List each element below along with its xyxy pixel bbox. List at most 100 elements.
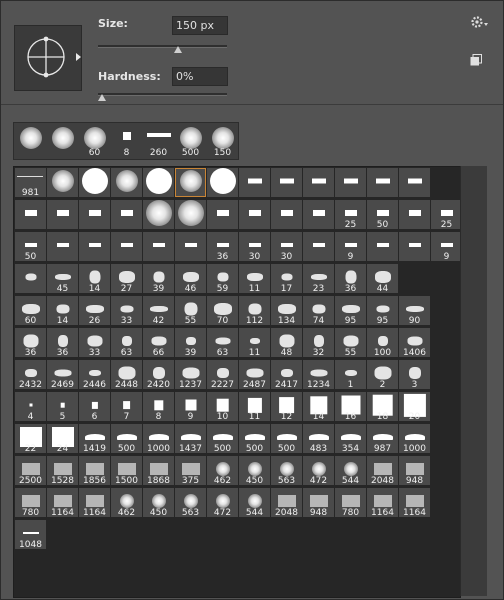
brush-preset-item[interactable]: 1406 (399, 328, 430, 358)
brush-preset-item[interactable]: 25 (431, 200, 462, 230)
brush-preset-item[interactable]: 500 (239, 424, 270, 454)
brush-preset-item[interactable]: 948 (399, 456, 430, 486)
brush-preset-item[interactable]: 2417 (271, 360, 302, 390)
brush-preset-item[interactable]: 95 (367, 296, 398, 326)
brush-preset-item[interactable]: 9 (175, 392, 206, 422)
recent-brush-item[interactable] (15, 124, 46, 158)
brush-preset-item[interactable] (143, 232, 174, 261)
brush-preset-item[interactable]: 354 (335, 424, 366, 454)
brush-preset-item[interactable]: 7 (111, 392, 142, 422)
brush-preset-item[interactable]: 112 (239, 296, 270, 326)
brush-preset-item[interactable]: 462 (207, 456, 238, 486)
brush-preset-item[interactable]: 16 (335, 392, 366, 422)
recent-brush-item[interactable]: 150 (207, 124, 238, 158)
brush-preset-item[interactable]: 2 (367, 360, 398, 390)
recent-brush-item[interactable]: 500 (175, 124, 206, 158)
brush-preset-item[interactable] (367, 168, 398, 197)
brush-preset-item[interactable] (239, 168, 270, 197)
brush-preset-item[interactable] (303, 232, 334, 261)
brush-preset-item[interactable]: 2227 (207, 360, 238, 390)
brush-preset-item[interactable]: 36 (207, 232, 238, 262)
brush-preset-item[interactable]: 948 (303, 488, 334, 518)
brush-preset-item[interactable]: 74 (303, 296, 334, 326)
brush-preset-item[interactable]: 25 (335, 200, 366, 230)
brush-preset-item[interactable]: 95 (335, 296, 366, 326)
brush-preset-item[interactable]: 23 (303, 264, 334, 294)
brush-preset-item[interactable] (111, 232, 142, 261)
brush-preset-item[interactable]: 63 (111, 328, 142, 358)
brush-preset-item[interactable]: 11 (239, 328, 270, 358)
brush-preset-item[interactable] (79, 168, 110, 197)
brush-preset-item[interactable]: 1000 (143, 424, 174, 454)
brush-preset-item[interactable]: 55 (175, 296, 206, 326)
brush-preset-item[interactable]: 26 (79, 296, 110, 326)
size-field[interactable]: 150 px (172, 16, 228, 35)
size-slider-track[interactable] (98, 45, 227, 48)
brush-preset-item[interactable]: 20 (399, 392, 430, 422)
brush-preset-item[interactable] (303, 168, 334, 197)
scrollbar[interactable] (460, 166, 487, 596)
brush-preset-item[interactable]: 45 (47, 264, 78, 294)
brush-preset-item[interactable]: 50 (367, 200, 398, 230)
brush-preset-item[interactable]: 1000 (399, 424, 430, 454)
brush-preset-item[interactable]: 63 (207, 328, 238, 358)
brush-preset-item[interactable]: 483 (303, 424, 334, 454)
brush-preset-item[interactable]: 134 (271, 296, 302, 326)
brush-preset-item[interactable] (15, 200, 46, 229)
brush-preset-item[interactable] (111, 200, 142, 229)
brush-preset-item[interactable]: 1437 (175, 424, 206, 454)
brush-preset-item[interactable]: 14 (303, 392, 334, 422)
brush-preset-item[interactable]: 55 (335, 328, 366, 358)
gear-icon[interactable] (471, 15, 489, 33)
recent-brush-item[interactable]: 260 (143, 124, 174, 158)
brush-preset-item[interactable]: 981 (15, 168, 46, 198)
brush-preset-item[interactable]: 1 (335, 360, 366, 390)
brush-preset-item[interactable]: 1164 (47, 488, 78, 518)
brush-preset-item[interactable]: 30 (239, 232, 270, 262)
brush-preset-item[interactable]: 36 (335, 264, 366, 294)
brush-preset-item[interactable]: 450 (239, 456, 270, 486)
brush-preset-item[interactable]: 1048 (15, 520, 46, 550)
brush-preset-item[interactable]: 100 (367, 328, 398, 358)
size-slider-thumb[interactable] (173, 46, 182, 53)
brush-preset-item[interactable]: 472 (303, 456, 334, 486)
brush-preset-item[interactable]: 59 (207, 264, 238, 294)
brush-preset-item[interactable] (175, 232, 206, 261)
brush-preset-item[interactable]: 1164 (79, 488, 110, 518)
brush-preset-item[interactable]: 1164 (399, 488, 430, 518)
brush-preset-item[interactable]: 10 (207, 392, 238, 422)
brush-preset-item[interactable] (15, 264, 46, 293)
brush-preset-item[interactable] (175, 168, 206, 197)
brush-preset-item[interactable]: 2048 (271, 488, 302, 518)
brush-preset-item[interactable]: 462 (111, 488, 142, 518)
brush-preset-item[interactable]: 33 (79, 328, 110, 358)
brush-preset-item[interactable]: 14 (47, 296, 78, 326)
brush-preset-item[interactable]: 563 (175, 488, 206, 518)
brush-preset-item[interactable]: 33 (111, 296, 142, 326)
brush-preset-item[interactable] (207, 168, 238, 197)
hardness-field[interactable]: 0% (172, 67, 228, 86)
brush-preset-item[interactable]: 375 (175, 456, 206, 486)
brush-preset-item[interactable] (79, 232, 110, 261)
brush-preset-item[interactable]: 2432 (15, 360, 46, 390)
brush-preset-item[interactable]: 14 (79, 264, 110, 294)
brush-preset-item[interactable] (111, 168, 142, 197)
brush-preset-item[interactable]: 17 (271, 264, 302, 294)
brush-preset-item[interactable]: 2420 (143, 360, 174, 390)
brush-preset-item[interactable]: 48 (271, 328, 302, 358)
brush-preset-item[interactable]: 8 (143, 392, 174, 422)
brush-preset-item[interactable]: 12 (271, 392, 302, 422)
brush-preset-item[interactable]: 3 (399, 360, 430, 390)
brush-preset-item[interactable]: 544 (239, 488, 270, 518)
brush-preset-item[interactable]: 1868 (143, 456, 174, 486)
brush-preset-item[interactable]: 544 (335, 456, 366, 486)
brush-preset-item[interactable] (175, 200, 206, 229)
brush-preset-item[interactable]: 32 (303, 328, 334, 358)
brush-preset-item[interactable] (143, 168, 174, 197)
brush-preset-item[interactable]: 30 (271, 232, 302, 262)
brush-preset-item[interactable] (303, 200, 334, 229)
brush-preset-item[interactable] (399, 232, 430, 261)
brush-preset-item[interactable]: 60 (15, 296, 46, 326)
brush-preset-item[interactable]: 2487 (239, 360, 270, 390)
recent-brush-item[interactable] (47, 124, 78, 158)
